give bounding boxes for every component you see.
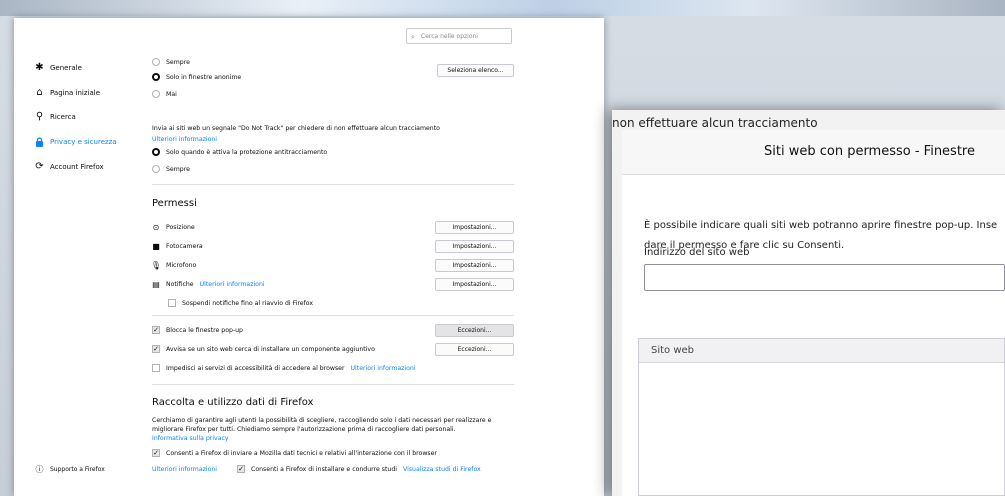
permission-label: Notifiche <box>166 280 194 288</box>
radio-button[interactable] <box>152 58 160 66</box>
separator <box>152 315 514 316</box>
checkbox[interactable]: ✓ <box>152 345 160 353</box>
help-icon: ⓘ <box>35 465 44 474</box>
sospendi-notifiche-checkbox[interactable]: Sospendi notifiche fino al riavvio di Fi… <box>168 299 313 307</box>
posizione-settings-button[interactable]: Impostazioni... <box>435 221 514 234</box>
checkbox[interactable] <box>152 364 160 372</box>
radio-button[interactable] <box>152 165 160 173</box>
gear-icon: ✱ <box>35 62 44 73</box>
radio-solo-anonime[interactable]: Solo in finestre anonime <box>152 73 241 81</box>
checkbox-label: Blocca le finestre pop-up <box>166 326 243 334</box>
separator <box>152 384 514 385</box>
home-icon: ⌂ <box>36 87 43 98</box>
data-learn-more-link[interactable]: Ulteriori informazioni <box>152 466 217 473</box>
location-icon: ⊙ <box>152 222 160 232</box>
checkbox-label: Sospendi notifiche fino al riavvio di Fi… <box>182 299 314 307</box>
sidebar-item-ricerca[interactable]: ⚲ Ricerca <box>34 111 76 122</box>
accessibility-learn-more-link[interactable]: Ulteriori informazioni <box>351 365 416 372</box>
sidebar-item-privacy[interactable]: Privacy e sicurezza <box>34 136 117 147</box>
lock-icon <box>34 136 45 147</box>
raccolta-heading: Raccolta e utilizzo dati di Firefox <box>152 397 314 408</box>
view-studies-link[interactable]: Visualizza studi di Firefox <box>403 466 481 473</box>
checkbox[interactable]: ✓ <box>152 449 160 457</box>
sidebar-item-account[interactable]: ⟳ Account Firefox <box>34 161 104 172</box>
sidebar-support-link[interactable]: ⓘ Supporto a Firefox <box>34 464 105 475</box>
radio-button[interactable] <box>152 148 160 156</box>
microphone-icon: 🎙 <box>150 260 162 270</box>
notifiche-learn-more-link[interactable]: Ulteriori informazioni <box>200 281 265 288</box>
radio-label: Sempre <box>166 58 190 66</box>
support-label: Supporto a Firefox <box>50 466 105 473</box>
permission-posizione: ⊙ Posizione <box>152 222 195 232</box>
sidebar-item-label: Generale <box>50 63 82 72</box>
microfono-settings-button[interactable]: Impostazioni... <box>435 259 514 272</box>
dialog-desc-1: È possibile indicare quali siti web potr… <box>644 220 998 231</box>
dnt-learn-more-link[interactable]: Ulteriori informazioni <box>152 135 217 145</box>
dialog-title: Siti web con permesso - Finestre <box>764 144 975 159</box>
radio-label: Mai <box>166 90 177 98</box>
sidebar-item-label: Account Firefox <box>50 162 104 171</box>
addon-exceptions-button[interactable]: Eccezioni... <box>435 343 514 356</box>
notifiche-settings-button[interactable]: Impostazioni... <box>435 278 514 291</box>
sidebar-item-label: Pagina iniziale <box>50 88 101 97</box>
consenti-dati-tecnici-checkbox[interactable]: ✓ Consenti a Firefox di inviare a Mozill… <box>152 449 437 457</box>
checkbox-label: Impedisci ai servizi di accessibilità di… <box>166 364 345 372</box>
checkbox[interactable] <box>168 299 176 307</box>
dnt-description: Invia ai siti web un segnale "Do Not Tra… <box>152 125 440 132</box>
search-input[interactable]: ⌕ Cerca nelle opzioni <box>406 28 512 44</box>
search-placeholder: Cerca nelle opzioni <box>421 33 478 40</box>
sidebar: ✱ Generale ⌂ Pagina iniziale ⚲ Ricerca P… <box>14 18 134 496</box>
column-header-site[interactable]: Sito web <box>639 339 1004 363</box>
camera-icon: ■ <box>152 241 160 251</box>
notification-icon: ▤ <box>152 279 160 289</box>
popup-exceptions-button[interactable]: Eccezioni... <box>435 324 514 337</box>
radio-button[interactable] <box>152 90 160 98</box>
search-icon: ⚲ <box>35 111 44 122</box>
sync-icon: ⟳ <box>35 161 44 172</box>
permission-fotocamera: ■ Fotocamera <box>152 241 203 251</box>
permission-label: Microfono <box>166 261 197 269</box>
select-list-button[interactable]: Seleziona elenco... <box>437 64 514 77</box>
permission-notifiche: ▤ Notifiche Ulteriori informazioni <box>152 279 265 289</box>
background-text: non effettuare alcun tracciamento <box>612 116 818 130</box>
sites-table: Sito web <box>638 338 1005 496</box>
privacy-policy-link[interactable]: Informativa sulla privacy <box>152 434 229 444</box>
desktop-top-strip <box>0 0 1005 16</box>
radio-button[interactable] <box>152 73 160 81</box>
radio-label: Solo quando è attiva la protezione antit… <box>166 148 328 156</box>
search-icon: ⌕ <box>411 33 415 41</box>
radio-dnt-solo[interactable]: Solo quando è attiva la protezione antit… <box>152 148 327 156</box>
permission-label: Fotocamera <box>166 242 203 250</box>
permission-label: Posizione <box>166 223 195 231</box>
dialog-header: Siti web con permesso - Finestre <box>622 130 1005 175</box>
sidebar-item-label: Privacy e sicurezza <box>50 137 117 146</box>
radio-dnt-sempre[interactable]: Sempre <box>152 165 190 173</box>
sidebar-item-pagina-iniziale[interactable]: ⌂ Pagina iniziale <box>34 87 100 98</box>
avvisa-addon-checkbox[interactable]: ✓ Avvisa se un sito web cerca di install… <box>152 345 375 353</box>
fotocamera-settings-button[interactable]: Impostazioni... <box>435 240 514 253</box>
radio-label: Solo in finestre anonime <box>166 73 242 81</box>
sidebar-item-generale[interactable]: ✱ Generale <box>34 62 82 73</box>
radio-mai[interactable]: Mai <box>152 90 177 98</box>
checkbox[interactable]: ✓ <box>237 465 246 473</box>
impedisci-accessibilita-checkbox[interactable]: Impedisci ai servizi di accessibilità di… <box>152 364 416 372</box>
website-address-input[interactable] <box>644 264 1005 291</box>
address-field-label: Indirizzo del sito web <box>644 247 750 258</box>
blocca-popup-checkbox[interactable]: ✓ Blocca le finestre pop-up <box>152 326 243 334</box>
checkbox-label: Avvisa se un sito web cerca di installar… <box>166 345 375 353</box>
checkbox[interactable]: ✓ <box>152 326 160 334</box>
radio-label: Sempre <box>166 165 190 173</box>
checkbox-label: Consenti a Firefox di installare e condu… <box>251 465 397 473</box>
separator <box>152 184 514 185</box>
radio-sempre[interactable]: Sempre <box>152 58 190 66</box>
checkbox-label: Consenti a Firefox di inviare a Mozilla … <box>166 449 437 457</box>
permessi-heading: Permessi <box>152 198 197 209</box>
sidebar-item-label: Ricerca <box>50 112 76 121</box>
preferences-window: ⌕ Cerca nelle opzioni ✱ Generale ⌂ Pagin… <box>14 18 604 496</box>
studi-row: Ulteriori informazioni ✓ Consenti a Fire… <box>152 465 481 473</box>
permission-microfono: 🎙 Microfono <box>150 260 197 270</box>
